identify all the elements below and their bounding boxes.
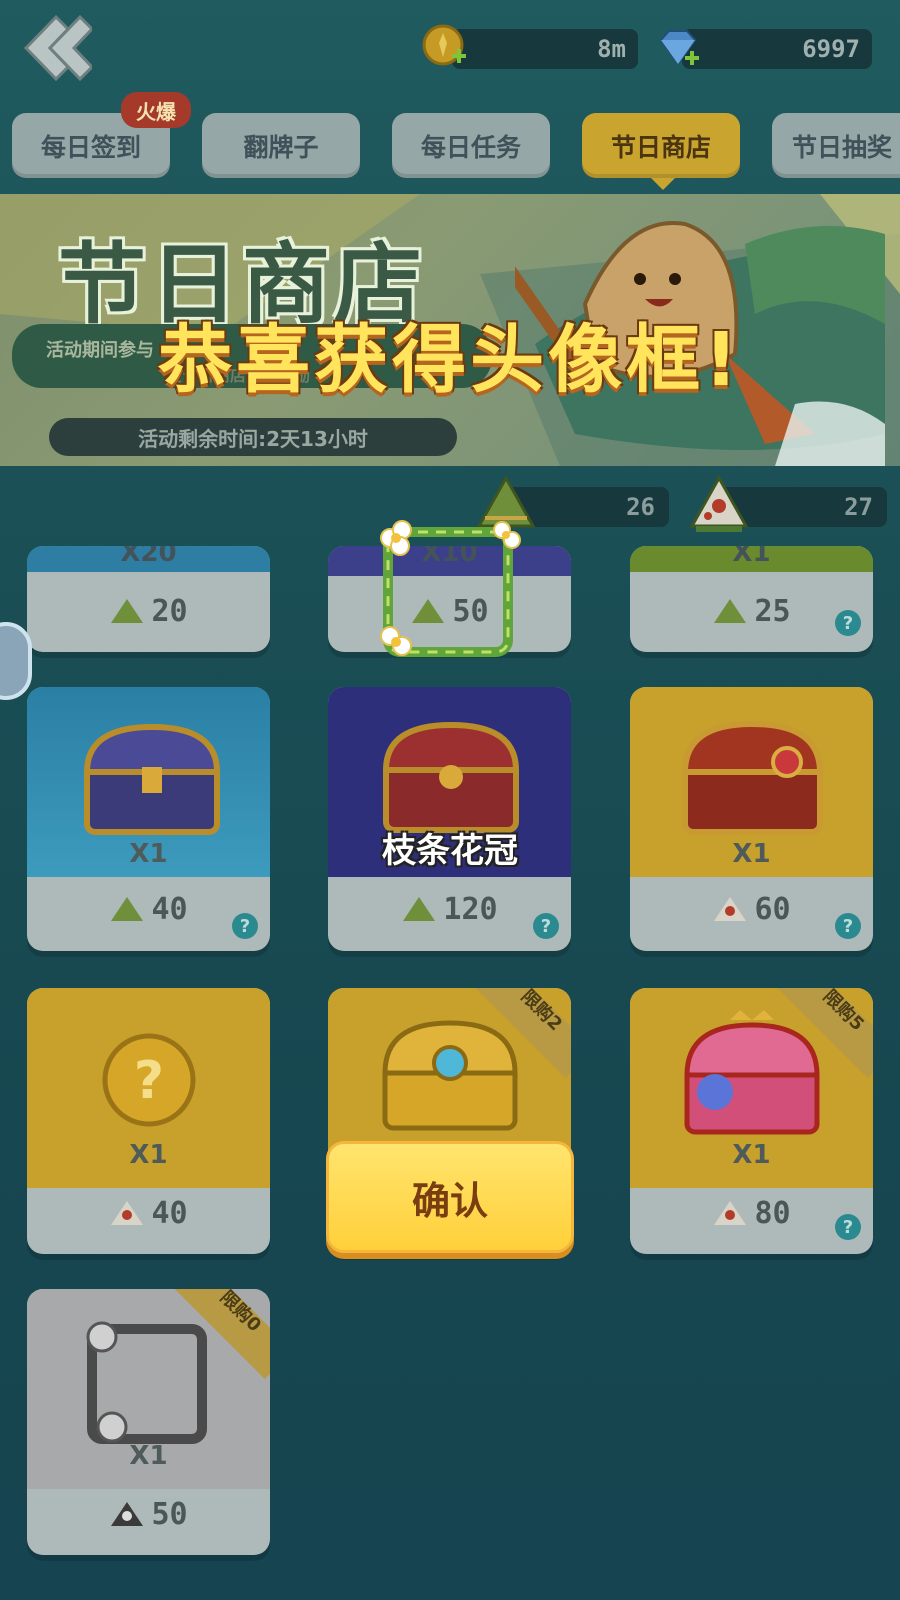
tab-label: 每日任务 — [420, 132, 521, 162]
shop-item-card[interactable]: X1 60 ? — [630, 687, 873, 951]
golden-chest-icon — [382, 1020, 518, 1131]
gray-vine-frame-icon — [86, 1321, 207, 1444]
help-icon[interactable]: ? — [835, 610, 861, 636]
mystery-coin-icon: ? — [102, 1033, 196, 1127]
red-zongzi-icon — [714, 896, 747, 921]
help-icon[interactable]: ? — [232, 913, 258, 939]
item-quantity: X1 — [732, 1140, 771, 1170]
event-timer: 活动剩余时间:2天13小时 — [49, 418, 457, 456]
confirm-button[interactable]: 确认 — [326, 1141, 574, 1253]
tab-festival-shop[interactable]: 节日商店 — [582, 113, 740, 178]
black-zongzi-icon — [111, 1501, 144, 1526]
red-zongzi-icon — [111, 1200, 144, 1225]
item-price: 60 — [754, 892, 791, 927]
gem-amount: 6997 — [802, 35, 860, 63]
tab-label: 每日签到 — [40, 132, 141, 162]
item-price: 25 — [754, 594, 791, 629]
tab-pointer — [651, 178, 675, 190]
reward-popup-title: 恭喜获得头像框! — [158, 317, 742, 403]
item-quantity: X1 — [129, 839, 168, 869]
red-zongzi-icon — [689, 474, 749, 532]
shop-item-card[interactable]: 120 ? — [328, 687, 571, 951]
reward-item-name: 枝条花冠 — [382, 831, 518, 871]
item-quantity: X1 — [129, 1441, 168, 1471]
green-zongzi-icon — [111, 598, 144, 623]
svg-text:?: ? — [134, 1051, 164, 1111]
item-quantity: X1 — [732, 546, 771, 568]
coin-icon[interactable] — [422, 24, 468, 70]
tab-label: 节日商店 — [610, 132, 711, 162]
help-icon[interactable]: ? — [835, 1214, 861, 1240]
confirm-button-label: 确认 — [411, 1178, 488, 1223]
item-quantity: X20 — [120, 546, 177, 568]
side-floating-button[interactable] — [0, 622, 32, 700]
green-zongzi-icon — [111, 896, 144, 921]
item-price: 40 — [151, 1196, 188, 1231]
tab-daily-tasks[interactable]: 每日任务 — [392, 113, 550, 178]
red-chest-icon — [382, 721, 520, 833]
dragon-chest-icon — [681, 720, 824, 835]
shop-item-card[interactable]: 限购0 X1 50 — [27, 1289, 270, 1555]
hot-badge-label: 火爆 — [136, 99, 176, 124]
item-price: 80 — [754, 1196, 791, 1231]
item-price: 40 — [151, 892, 188, 927]
diamond-icon[interactable] — [655, 26, 701, 72]
flower-vine-avatar-frame-icon — [380, 520, 521, 657]
green-zongzi-amount: 26 — [626, 493, 655, 521]
item-quantity: X1 — [732, 839, 771, 869]
tab-festival-lottery[interactable]: 节日抽奖 — [772, 113, 900, 178]
item-quantity: X1 — [129, 1140, 168, 1170]
back-icon[interactable] — [22, 15, 92, 81]
green-zongzi-icon — [714, 598, 747, 623]
coin-balance: 8m — [452, 29, 638, 69]
tab-label: 翻牌子 — [243, 132, 319, 162]
item-price: 120 — [443, 892, 498, 927]
tab-label: 节日抽奖 — [792, 132, 893, 162]
item-price: 20 — [151, 594, 188, 629]
shop-item-card[interactable]: X20 20 — [27, 546, 270, 652]
hot-badge: 火爆 — [121, 92, 191, 128]
help-icon[interactable]: ? — [533, 913, 559, 939]
gem-balance: 6997 — [682, 29, 872, 69]
shop-item-card[interactable]: ? X1 40 — [27, 988, 270, 1254]
coin-amount: 8m — [597, 35, 626, 63]
red-zongzi-icon — [714, 1200, 747, 1225]
red-zongzi-amount: 27 — [844, 493, 873, 521]
crown-chest-icon — [684, 1010, 820, 1135]
shop-item-card[interactable]: 限购5 X1 80 ? — [630, 988, 873, 1254]
event-timer-text: 活动剩余时间:2天13小时 — [138, 426, 368, 451]
shop-item-card[interactable]: X1 25 ? — [630, 546, 873, 652]
help-icon[interactable]: ? — [835, 913, 861, 939]
green-zongzi-icon — [403, 896, 436, 921]
item-price: 50 — [151, 1497, 188, 1532]
purple-chest-icon — [83, 723, 221, 835]
tab-flip-cards[interactable]: 翻牌子 — [202, 113, 360, 178]
shop-item-card[interactable]: X1 40 ? — [27, 687, 270, 951]
